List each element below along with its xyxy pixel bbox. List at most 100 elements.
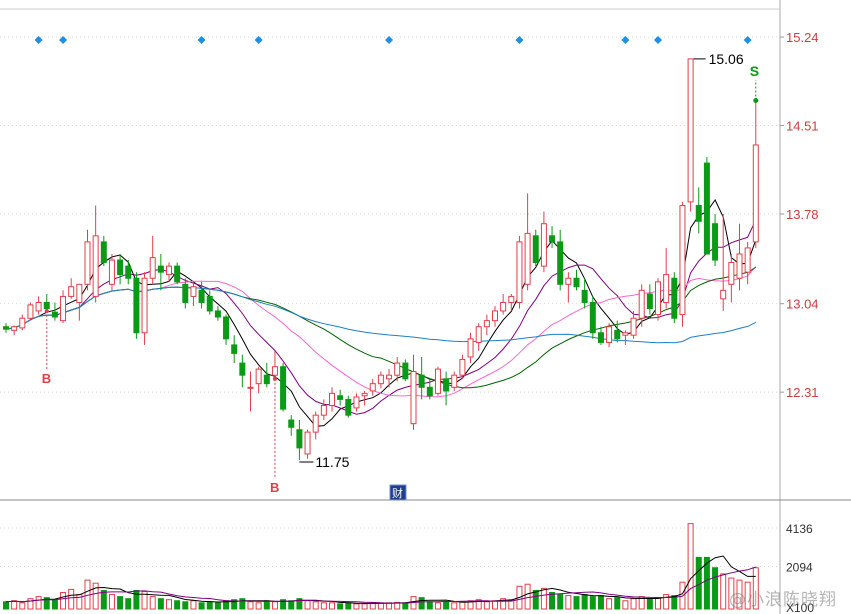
candle <box>492 306 498 327</box>
candle <box>247 371 254 412</box>
candle <box>712 214 719 267</box>
candle-body <box>377 374 384 385</box>
candle <box>35 296 42 315</box>
volume-bar <box>687 523 694 610</box>
volume-bar <box>565 595 572 610</box>
candle <box>3 323 9 333</box>
candle-body <box>549 235 556 243</box>
candle-body <box>296 429 303 449</box>
candle <box>402 359 409 382</box>
candle <box>312 411 319 440</box>
candle <box>223 314 230 345</box>
volume-bar <box>288 600 295 610</box>
volume-bar <box>581 594 588 610</box>
candle <box>540 211 547 273</box>
candle-body <box>361 392 368 397</box>
candle <box>84 229 91 291</box>
volume-bar <box>622 600 629 610</box>
candle-body <box>540 223 547 267</box>
candle <box>271 350 278 379</box>
candle-body <box>353 396 360 409</box>
candle-body <box>663 274 670 303</box>
volume-bar <box>125 598 132 610</box>
volume-bar <box>304 600 311 610</box>
candle-body <box>117 259 124 276</box>
volume-bar <box>149 596 156 610</box>
candle <box>467 332 474 364</box>
candle <box>728 254 735 303</box>
volume-bar <box>524 583 531 610</box>
volume-bar <box>68 588 75 610</box>
candle <box>329 387 335 412</box>
volume-bar <box>353 603 360 610</box>
volume-bar <box>320 602 327 610</box>
volume-bar <box>27 598 34 610</box>
candle-body <box>410 371 417 425</box>
kline-chart: 15.06 11.75 B B S 财 15.24 14.51 13.78 13.04 12.31… <box>0 0 851 614</box>
candle-body <box>27 304 34 319</box>
candle <box>752 102 759 248</box>
candle-body <box>125 265 132 279</box>
candle <box>11 325 18 336</box>
candle <box>565 272 572 303</box>
volume-bar <box>51 599 58 610</box>
price-tick-label: 13.04 <box>786 297 819 312</box>
candle <box>304 429 311 459</box>
candle <box>280 363 287 412</box>
candle <box>695 187 702 234</box>
candle-body <box>239 362 246 376</box>
volume-bar <box>133 589 140 610</box>
candle-body <box>312 414 319 433</box>
volume-bar <box>174 600 181 610</box>
volume-bar <box>532 589 539 610</box>
candle <box>606 323 613 348</box>
candle <box>386 369 393 388</box>
volume-bar <box>35 596 42 610</box>
volume-bar <box>92 582 99 610</box>
candle <box>19 314 26 331</box>
candle <box>459 354 466 379</box>
candle-body <box>231 344 238 354</box>
candle-body <box>687 58 694 203</box>
candle-body <box>166 265 172 276</box>
candle-body <box>337 395 344 400</box>
candle-body <box>68 286 75 297</box>
candle <box>263 363 270 388</box>
candle-body <box>149 257 156 279</box>
price-tick-label: 13.78 <box>786 207 819 222</box>
candle-body <box>247 386 254 389</box>
signal-diamond <box>385 36 394 44</box>
candle-body <box>565 277 572 285</box>
candle-body <box>475 326 482 343</box>
candle-body <box>108 259 115 285</box>
candle <box>475 323 482 351</box>
buy-label: B <box>270 480 279 495</box>
candle <box>27 302 34 321</box>
candle-body <box>35 301 42 312</box>
volume-bar <box>377 602 384 610</box>
volume-bar <box>492 600 498 610</box>
candle-body <box>11 326 18 331</box>
candle <box>76 283 83 321</box>
volume-bar <box>214 602 221 610</box>
candle <box>679 201 686 327</box>
price-axis: 15.24 14.51 13.78 13.04 12.31 <box>780 30 819 400</box>
candle <box>125 260 132 285</box>
volume-bar <box>597 595 604 610</box>
volume-bar <box>402 602 409 610</box>
candle <box>198 281 205 309</box>
volume-bar <box>589 596 596 610</box>
candle-body <box>597 332 604 343</box>
signal-diamond <box>254 36 263 44</box>
candle-body <box>532 235 539 263</box>
candle <box>630 310 637 339</box>
candle-body <box>557 241 564 285</box>
candle-body <box>369 383 376 392</box>
candle-body <box>744 247 751 273</box>
candle-body <box>483 320 490 328</box>
candle <box>655 278 661 321</box>
candle <box>157 254 164 291</box>
volume-bar <box>190 600 197 610</box>
candle-body <box>622 332 629 336</box>
candle-body <box>679 205 686 316</box>
